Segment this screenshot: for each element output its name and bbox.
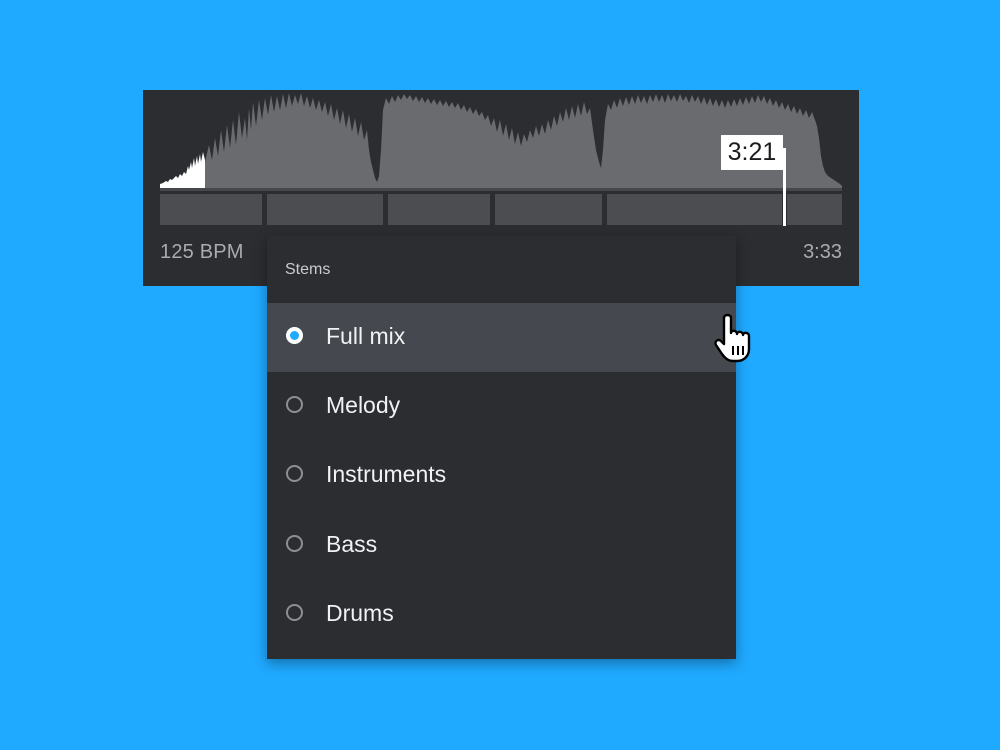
- waveform-segments: [160, 194, 842, 225]
- stem-option-full-mix[interactable]: Full mix: [267, 303, 736, 372]
- stem-option-instruments[interactable]: Instruments: [267, 441, 736, 510]
- stem-option-bass[interactable]: Bass: [267, 511, 736, 580]
- bpm-label: 125 BPM: [160, 241, 244, 263]
- stems-dropdown: Stems Full mix Melody Instruments Bass D…: [267, 236, 736, 659]
- segment-2: [267, 194, 383, 225]
- played-waveform: [160, 152, 205, 188]
- stem-option-label: Bass: [326, 531, 378, 557]
- stem-option-label: Melody: [326, 392, 401, 418]
- waveform-baseline: [160, 188, 842, 191]
- segment-5: [607, 194, 782, 225]
- hand-pointer-icon: [714, 313, 751, 363]
- stem-option-label: Instruments: [326, 461, 447, 487]
- duration-label: 3:33: [803, 241, 842, 263]
- radio-selected-icon[interactable]: [286, 327, 303, 344]
- stem-option-label: Drums: [326, 600, 394, 626]
- radio-icon[interactable]: [286, 604, 303, 621]
- stem-option-drums[interactable]: Drums: [267, 580, 736, 649]
- stems-title: Stems: [285, 261, 331, 278]
- stem-option-melody[interactable]: Melody: [267, 372, 736, 441]
- radio-icon[interactable]: [286, 396, 303, 413]
- playhead-time-badge: 3:21: [721, 135, 783, 170]
- radio-icon[interactable]: [286, 465, 303, 482]
- segment-4: [495, 194, 602, 225]
- segment-6: [787, 194, 842, 225]
- stem-option-label: Full mix: [326, 323, 406, 349]
- radio-icon[interactable]: [286, 535, 303, 552]
- segment-1: [160, 194, 262, 225]
- playhead-line[interactable]: [783, 148, 786, 226]
- segment-3: [388, 194, 490, 225]
